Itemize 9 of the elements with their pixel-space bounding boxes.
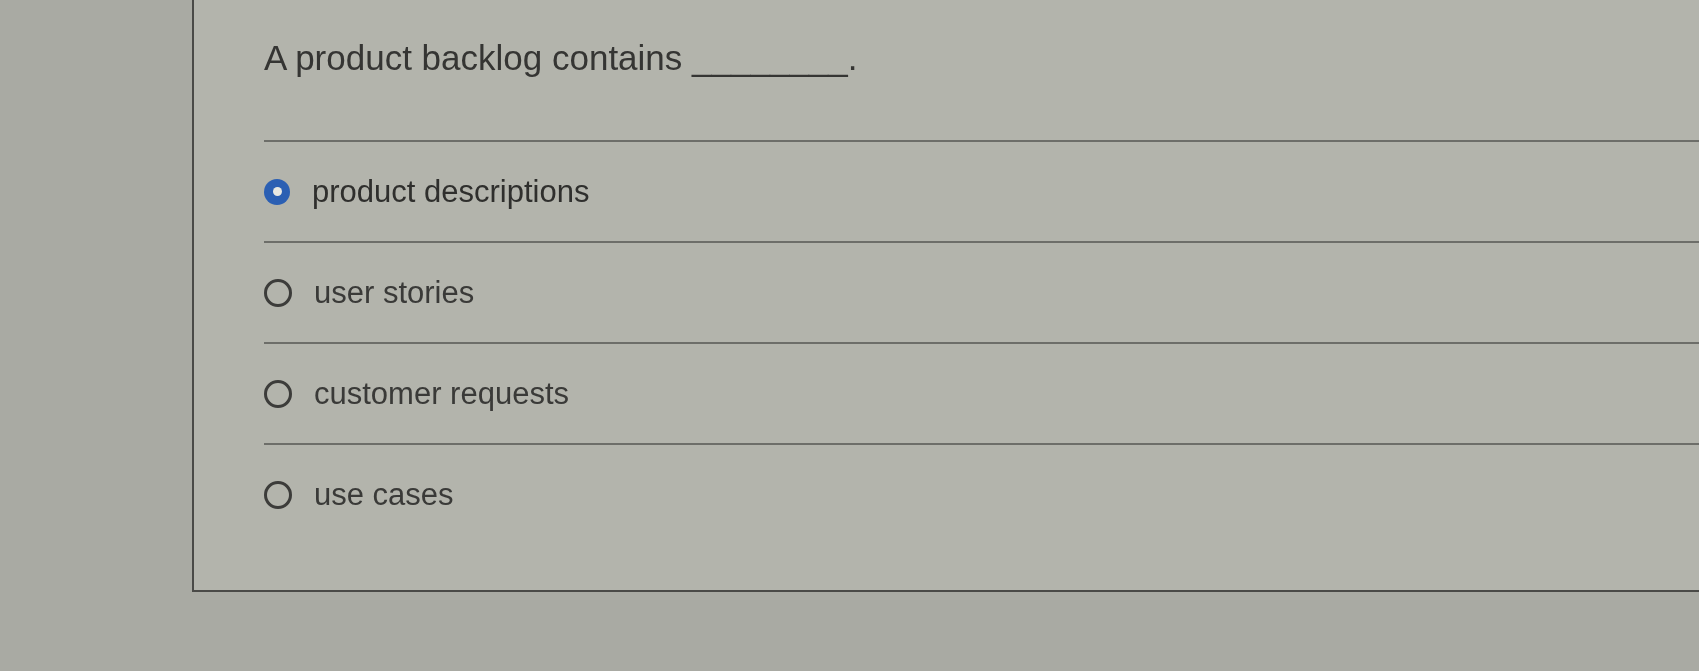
answer-label[interactable]: product descriptions bbox=[312, 171, 590, 212]
answer-label[interactable]: use cases bbox=[314, 474, 454, 515]
answer-label[interactable]: customer requests bbox=[314, 373, 569, 414]
radio-button[interactable] bbox=[264, 379, 292, 408]
question-text: A product backlog contains ________. bbox=[264, 37, 859, 79]
radio-button[interactable] bbox=[264, 480, 292, 509]
radio-button[interactable] bbox=[264, 178, 290, 205]
radio-button[interactable] bbox=[264, 278, 292, 307]
answer-label[interactable]: user stories bbox=[314, 272, 475, 313]
